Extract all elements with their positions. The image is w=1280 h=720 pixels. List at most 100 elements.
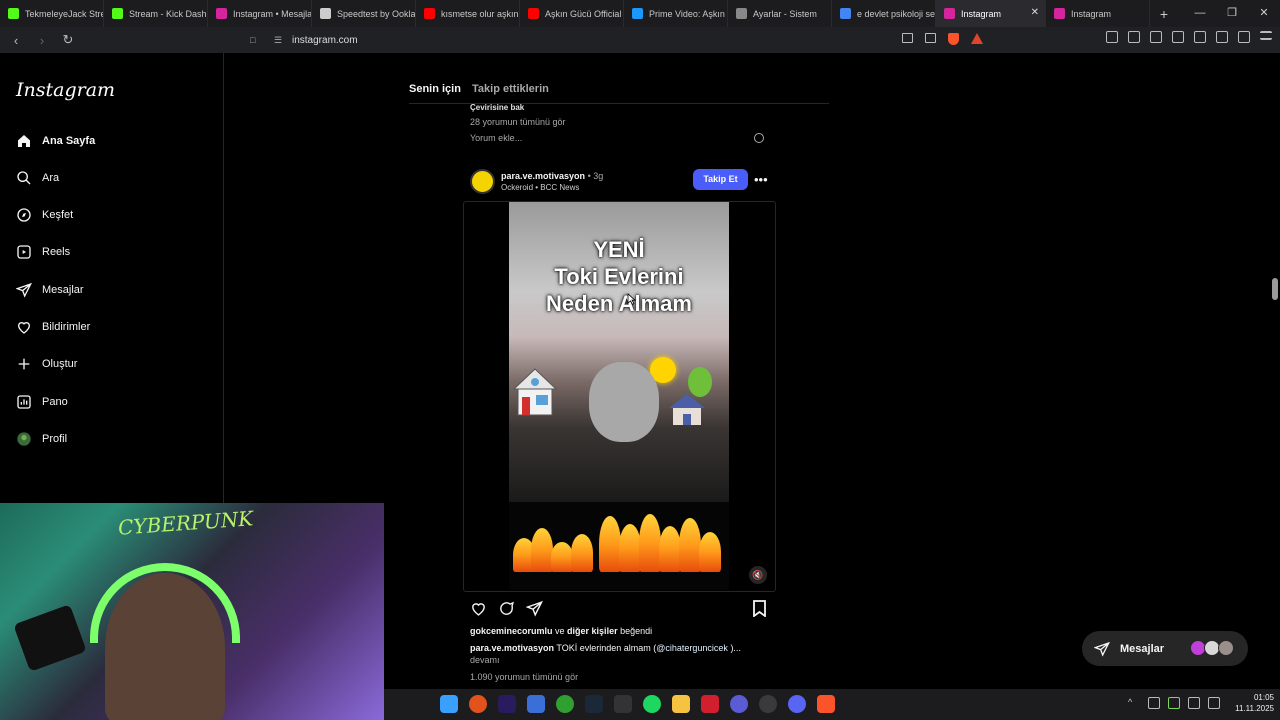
- sidebar-toggle-icon[interactable]: [1172, 31, 1184, 43]
- brave-rewards-icon[interactable]: [971, 33, 983, 44]
- site-info-icon[interactable]: ☰: [274, 35, 284, 46]
- new-tab-button[interactable]: +: [1150, 6, 1178, 22]
- post-time: 3g: [593, 171, 604, 181]
- like-heart-icon[interactable]: [470, 600, 487, 617]
- file-explorer-icon[interactable]: [672, 695, 690, 713]
- vpn-icon[interactable]: [1238, 31, 1250, 43]
- brave-icon[interactable]: [817, 695, 835, 713]
- save-bookmark-icon[interactable]: [752, 600, 767, 617]
- caption-more-link[interactable]: devamı: [470, 655, 500, 665]
- post-username[interactable]: para.ve.motivasyon: [501, 171, 585, 181]
- share-icon[interactable]: [925, 33, 936, 43]
- bookmark-icon[interactable]: □: [250, 35, 260, 45]
- browser-tab-10[interactable]: Instagram ✕: [936, 0, 1046, 27]
- app-icon-1[interactable]: [469, 695, 487, 713]
- caption-text: TOKİ evlerinden almam (: [554, 643, 657, 653]
- post-video[interactable]: YENİ Toki Evlerini Neden Almam: [509, 202, 729, 502]
- browser-tab-1[interactable]: TekmeleyeJack Strea: [0, 0, 104, 27]
- minimize-button[interactable]: —: [1184, 0, 1216, 27]
- mic-icon[interactable]: [1168, 697, 1180, 709]
- house-emoji: [512, 368, 558, 416]
- sidebar-item-profile[interactable]: Profil: [16, 431, 67, 447]
- spotify-icon[interactable]: [643, 695, 661, 713]
- browser-tab-4[interactable]: Speedtest by Ookla: [312, 0, 416, 27]
- back-button[interactable]: ‹: [6, 33, 26, 48]
- emoji-icon[interactable]: [754, 133, 764, 143]
- screenshot-icon[interactable]: [1128, 31, 1140, 43]
- messages-floating-button[interactable]: Mesajlar: [1082, 631, 1248, 666]
- sidebar-item-home[interactable]: Ana Sayfa: [16, 133, 95, 149]
- see-translation-link[interactable]: Çevirisine bak: [470, 103, 524, 112]
- browser-tab-9[interactable]: e devlet psikoloji se: [832, 0, 936, 27]
- share-post-icon[interactable]: [526, 600, 543, 617]
- poster-text: CYBERPUNK: [117, 506, 254, 540]
- forward-button[interactable]: ›: [32, 33, 52, 48]
- extensions-icon[interactable]: [1106, 31, 1118, 43]
- chevron-up-icon[interactable]: ^: [1128, 697, 1140, 709]
- scrollbar-thumb[interactable]: [1272, 278, 1278, 300]
- tab-label: Instagram: [961, 8, 1002, 19]
- tab-label: Prime Video: Aşkın G: [649, 8, 728, 19]
- brave-shields-icon[interactable]: [948, 33, 959, 45]
- browser-tab-5[interactable]: kısmetse olur aşkın: [416, 0, 520, 27]
- volume-icon[interactable]: [1208, 697, 1220, 709]
- page-scrollbar[interactable]: [1270, 55, 1280, 689]
- sidebar-item-send[interactable]: Mesajlar: [16, 282, 84, 298]
- follow-button[interactable]: Takip Et: [693, 169, 748, 190]
- post-audio[interactable]: Ockeroid • BCC News: [501, 183, 579, 192]
- cast-icon[interactable]: [902, 33, 913, 43]
- sidebar-item-reels[interactable]: Reels: [16, 244, 70, 260]
- caption-username[interactable]: para.ve.motivasyon: [470, 643, 554, 653]
- browser-tab-2[interactable]: Stream - Kick Dashb: [104, 0, 208, 27]
- reload-button[interactable]: ↻: [58, 32, 78, 48]
- tab-label: Aşkın Gücü Official: [545, 8, 622, 19]
- steam-icon[interactable]: [585, 695, 603, 713]
- browser-tab-8[interactable]: Ayarlar - Sistem: [728, 0, 832, 27]
- tab-close-icon[interactable]: ✕: [1031, 7, 1039, 18]
- post-author-avatar[interactable]: [470, 169, 495, 194]
- comment-icon[interactable]: [498, 600, 515, 617]
- music-icon[interactable]: [1150, 31, 1162, 43]
- caption-mention-link[interactable]: @cihaterguncicek: [656, 643, 728, 653]
- browser-tab-7[interactable]: Prime Video: Aşkın G: [624, 0, 728, 27]
- tab-for-you[interactable]: Senin için: [409, 83, 461, 95]
- menu-icon[interactable]: [1260, 31, 1272, 40]
- leo-ai-icon[interactable]: [1216, 31, 1228, 43]
- epic-games-icon[interactable]: [614, 695, 632, 713]
- sidebar-item-plus[interactable]: Oluştur: [16, 356, 77, 372]
- more-options-icon[interactable]: •••: [754, 172, 768, 187]
- premiere-icon[interactable]: [498, 695, 516, 713]
- sync-icon[interactable]: [1148, 697, 1160, 709]
- liker-username[interactable]: gokceminecorumlu: [470, 626, 553, 636]
- app-icon-10[interactable]: [730, 695, 748, 713]
- url-field[interactable]: □ ☰ instagram.com: [250, 31, 990, 49]
- display-icon[interactable]: [1188, 697, 1200, 709]
- sidebar-item-heart[interactable]: Bildirimler: [16, 319, 90, 335]
- browser-tab-11[interactable]: Instagram: [1046, 0, 1150, 27]
- discord-icon[interactable]: [788, 695, 806, 713]
- wallet-icon[interactable]: [1194, 31, 1206, 43]
- sidebar-item-dashboard[interactable]: Pano: [16, 394, 68, 410]
- close-window-button[interactable]: ✕: [1248, 0, 1280, 27]
- browser-tab-3[interactable]: Instagram • Mesajla: [208, 0, 312, 27]
- likes-line: gokceminecorumlu ve diğer kişiler beğend…: [470, 626, 653, 636]
- app-icon-3[interactable]: [527, 695, 545, 713]
- video-title-line-3: Neden Almam: [546, 291, 692, 316]
- add-comment-input[interactable]: Yorum ekle...: [470, 133, 522, 143]
- start-icon[interactable]: [440, 695, 458, 713]
- likes-others-link[interactable]: diğer kişiler: [567, 626, 618, 636]
- app-icon-9[interactable]: [701, 695, 719, 713]
- restore-button[interactable]: ❐: [1216, 0, 1248, 27]
- browser-tab-6[interactable]: Aşkın Gücü Official: [520, 0, 624, 27]
- view-all-comments-link-post[interactable]: 1.090 yorumun tümünü gör: [470, 672, 578, 682]
- obs-icon[interactable]: [759, 695, 777, 713]
- xbox-icon[interactable]: [556, 695, 574, 713]
- tab-following[interactable]: Takip ettiklerin: [472, 83, 549, 95]
- mute-icon[interactable]: 🔇: [749, 566, 767, 584]
- view-all-comments-link[interactable]: 28 yorumun tümünü gör: [470, 117, 566, 127]
- instagram-logo[interactable]: Instagram: [16, 79, 115, 101]
- system-clock[interactable]: 01:05 11.11.2025: [1230, 692, 1274, 714]
- sidebar-item-search[interactable]: Ara: [16, 170, 59, 186]
- sidebar-item-compass[interactable]: Keşfet: [16, 207, 73, 223]
- tab-favicon-icon: [528, 8, 539, 19]
